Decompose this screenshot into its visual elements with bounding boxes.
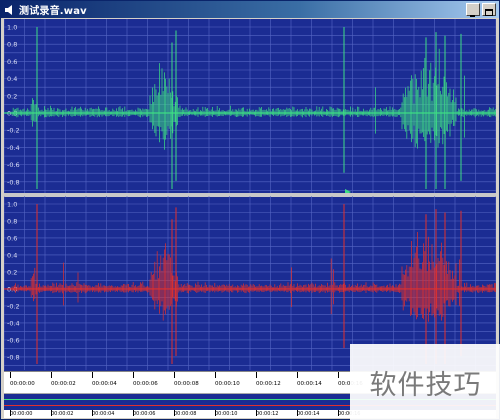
y-tick-label: 1.0 [7, 24, 17, 32]
time-tick [297, 410, 298, 416]
time-tick-label: 00:00:02 [51, 381, 76, 387]
watermark-text: 软件技巧 [369, 370, 482, 401]
title-bar[interactable]: 测试录音.wav [1, 1, 499, 18]
time-tick [10, 410, 11, 416]
time-tick-label: 00:00:12 [256, 381, 281, 387]
left-channel-waveform[interactable]: 1.00.80.60.40.20.0-0.2-0.4-0.6-0.8 [4, 19, 496, 195]
audio-editor-window: 测试录音.wav 1.00.80.60.40.20.0-0.2-0.4-0.6-… [0, 0, 500, 420]
maximize-button[interactable] [482, 3, 496, 16]
time-tick [338, 410, 339, 416]
minimize-button[interactable] [466, 3, 480, 17]
left-channel-plot: 1.00.80.60.40.20.0-0.2-0.4-0.6-0.8 [4, 19, 496, 195]
time-tick-label: 00:00:12 [256, 411, 279, 417]
y-tick-label: -0.2 [7, 302, 20, 310]
time-tick-label: 00:00:00 [10, 381, 35, 387]
y-tick-label: 0.4 [7, 251, 17, 259]
y-tick-label: -0.8 [7, 353, 20, 361]
time-tick [10, 372, 11, 378]
y-tick-label: -0.6 [7, 336, 20, 344]
time-tick-label: 00:00:10 [215, 381, 240, 387]
y-tick-label: 0.4 [7, 75, 17, 83]
time-tick-label: 00:00:08 [174, 381, 199, 387]
time-tick-label: 00:00:10 [215, 411, 238, 417]
time-tick-label: 00:00:06 [133, 381, 158, 387]
time-tick-label: 00:00:14 [297, 381, 322, 387]
time-tick-label: 00:00:14 [297, 411, 320, 417]
y-tick-label: 0.8 [7, 217, 17, 225]
time-tick-label: 00:00:06 [133, 411, 156, 417]
y-tick-label: -0.4 [7, 319, 20, 327]
time-tick [215, 372, 216, 378]
watermark: 软件技巧 [350, 344, 500, 420]
time-tick [92, 410, 93, 416]
y-tick-label: 0.2 [7, 92, 17, 100]
y-tick-label: 1.0 [7, 201, 17, 209]
time-tick [338, 372, 339, 378]
speaker-icon [5, 4, 12, 15]
time-tick [297, 372, 298, 378]
time-tick [92, 372, 93, 378]
time-tick [256, 410, 257, 416]
time-tick [256, 372, 257, 378]
y-tick-label: 0.6 [7, 234, 17, 242]
y-tick-label: 0.8 [7, 41, 17, 49]
y-tick-label: 0.2 [7, 268, 17, 276]
time-tick-label: 00:00:00 [10, 411, 33, 417]
minimize-icon [470, 15, 475, 17]
time-tick [133, 372, 134, 378]
y-tick-label: -0.8 [7, 178, 20, 186]
y-tick-label: 0.6 [7, 58, 17, 66]
time-tick-label: 00:00:04 [92, 381, 117, 387]
time-tick [174, 372, 175, 378]
time-tick-label: 00:00:08 [174, 411, 197, 417]
y-tick-label: -0.4 [7, 144, 20, 152]
time-tick [51, 372, 52, 378]
y-tick-label: -0.6 [7, 161, 20, 169]
time-tick-label: 00:00:02 [51, 411, 74, 417]
time-tick [133, 410, 134, 416]
time-tick [174, 410, 175, 416]
time-tick [215, 410, 216, 416]
time-tick-label: 00:00:04 [92, 411, 115, 417]
time-tick [51, 410, 52, 416]
y-tick-label: -0.2 [7, 127, 20, 135]
window-title: 测试录音.wav [19, 6, 87, 17]
maximize-icon [485, 9, 493, 16]
